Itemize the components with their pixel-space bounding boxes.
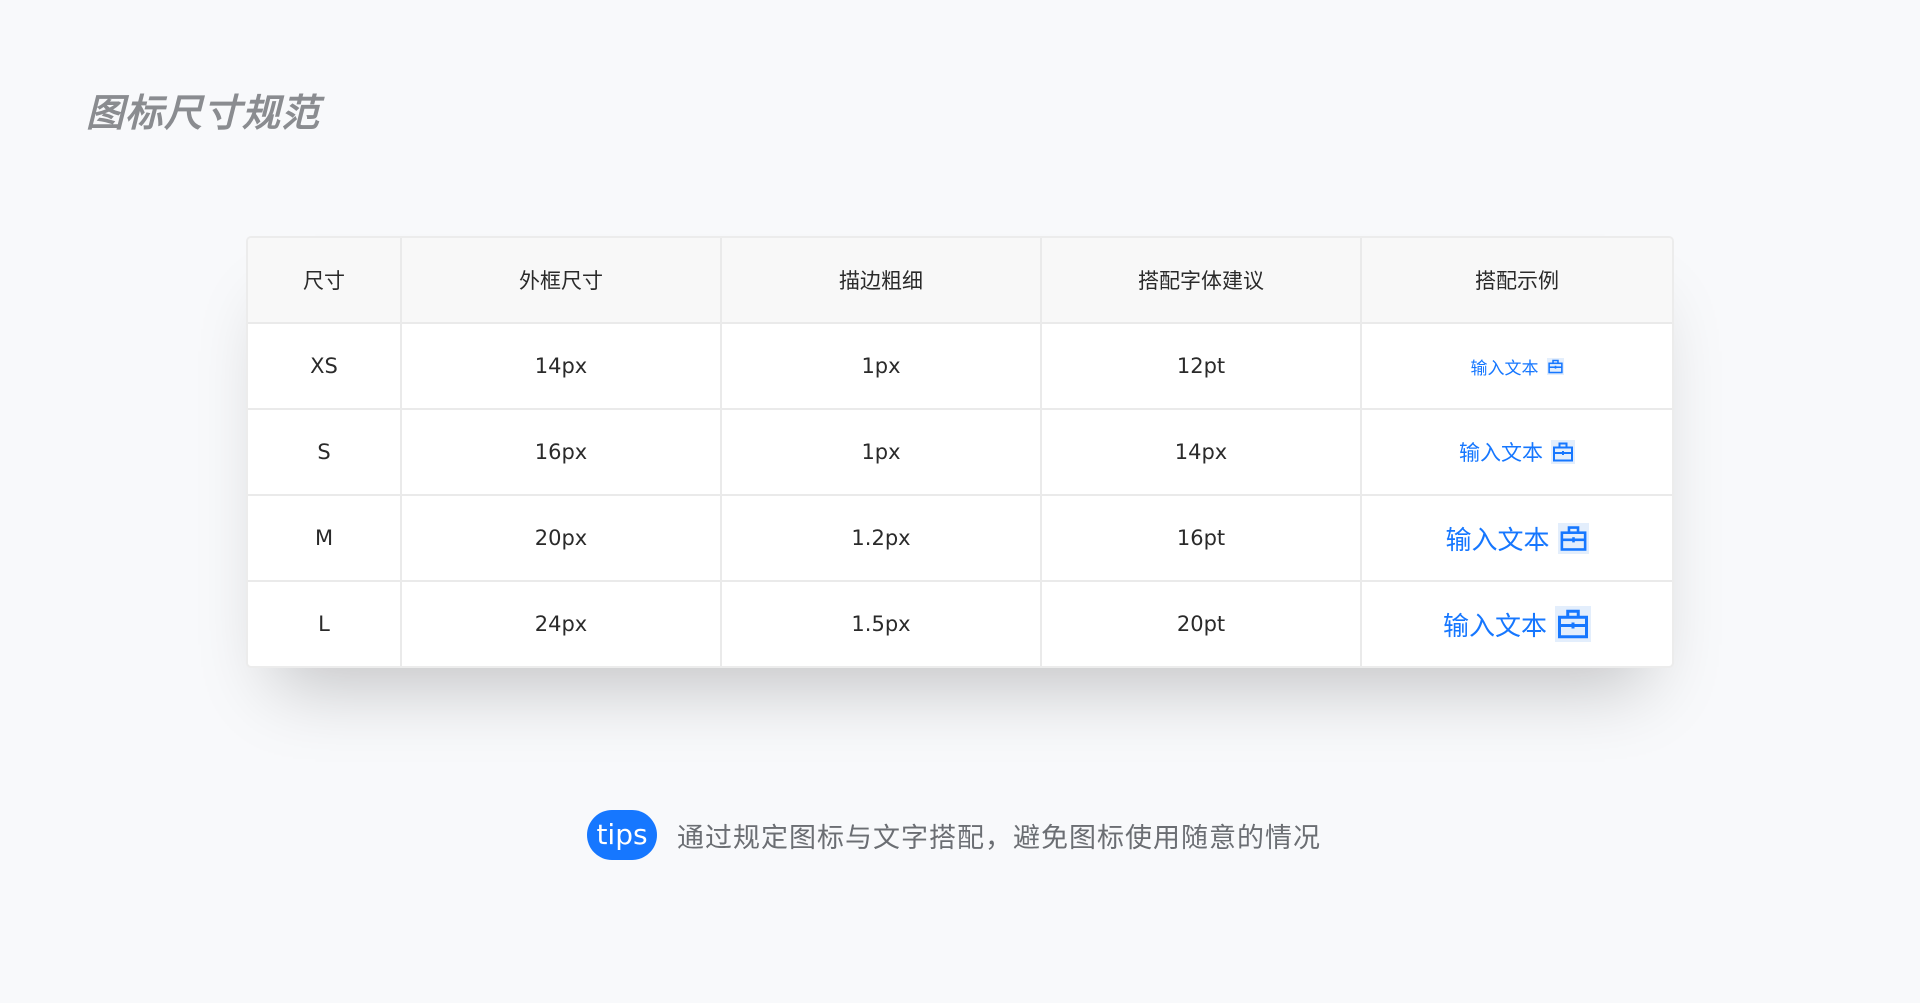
- cell-sample: 输入文本: [1361, 323, 1672, 410]
- tips-note: tips 通过规定图标与文字搭配，避免图标使用随意的情况: [587, 810, 1321, 860]
- sample-text-s: 输入文本: [1459, 437, 1575, 467]
- cell-size: XS: [248, 323, 402, 410]
- cell-sample: 输入文本: [1361, 409, 1672, 496]
- briefcase-icon: [1551, 440, 1575, 464]
- cell-sample: 输入文本: [1361, 581, 1672, 666]
- icon-size-table: 尺寸 外框尺寸 描边粗细 搭配字体建议 搭配示例 XS 14px 1px 12p…: [246, 236, 1674, 668]
- cell-stroke: 1.2px: [721, 495, 1042, 582]
- briefcase-icon: [1557, 522, 1589, 554]
- header-size: 尺寸: [248, 238, 402, 324]
- table-row: M 20px 1.2px 16pt 输入文本: [248, 495, 1672, 582]
- table-row: XS 14px 1px 12pt 输入文本: [248, 323, 1672, 410]
- table-row: S 16px 1px 14px 输入文本: [248, 409, 1672, 496]
- sample-label: 输入文本: [1442, 611, 1547, 642]
- header-sample: 搭配示例: [1361, 238, 1672, 324]
- cell-size: M: [248, 495, 402, 582]
- cell-frame: 20px: [401, 495, 722, 582]
- sample-label: 输入文本: [1459, 441, 1543, 465]
- cell-frame: 14px: [401, 323, 722, 410]
- cell-font: 16pt: [1041, 495, 1362, 582]
- cell-stroke: 1px: [721, 409, 1042, 496]
- header-stroke-width: 描边粗细: [721, 238, 1042, 324]
- table-header-row: 尺寸 外框尺寸 描边粗细 搭配字体建议 搭配示例: [248, 238, 1672, 324]
- cell-frame: 16px: [401, 409, 722, 496]
- briefcase-icon: [1555, 606, 1591, 642]
- sample-text-l: 输入文本: [1443, 606, 1591, 643]
- cell-sample: 输入文本: [1361, 495, 1672, 582]
- cell-font: 20pt: [1041, 581, 1362, 666]
- table-row: L 24px 1.5px 20pt 输入文本: [248, 581, 1672, 666]
- briefcase-icon: [1546, 357, 1564, 375]
- tips-badge: tips: [587, 810, 657, 860]
- cell-font: 12pt: [1041, 323, 1362, 410]
- tips-text: 通过规定图标与文字搭配，避免图标使用随意的情况: [677, 822, 1321, 854]
- header-frame-size: 外框尺寸: [401, 238, 722, 324]
- header-font-suggestion: 搭配字体建议: [1041, 238, 1362, 324]
- sample-text-xs: 输入文本: [1471, 354, 1564, 379]
- cell-stroke: 1.5px: [721, 581, 1042, 666]
- cell-font: 14px: [1041, 409, 1362, 496]
- sample-text-m: 输入文本: [1445, 520, 1589, 557]
- cell-size: L: [248, 581, 402, 666]
- sample-label: 输入文本: [1470, 358, 1539, 379]
- cell-stroke: 1px: [721, 323, 1042, 410]
- sample-label: 输入文本: [1445, 525, 1550, 556]
- page-title: 图标尺寸规范: [86, 91, 321, 135]
- cell-size: S: [248, 409, 402, 496]
- cell-frame: 24px: [401, 581, 722, 666]
